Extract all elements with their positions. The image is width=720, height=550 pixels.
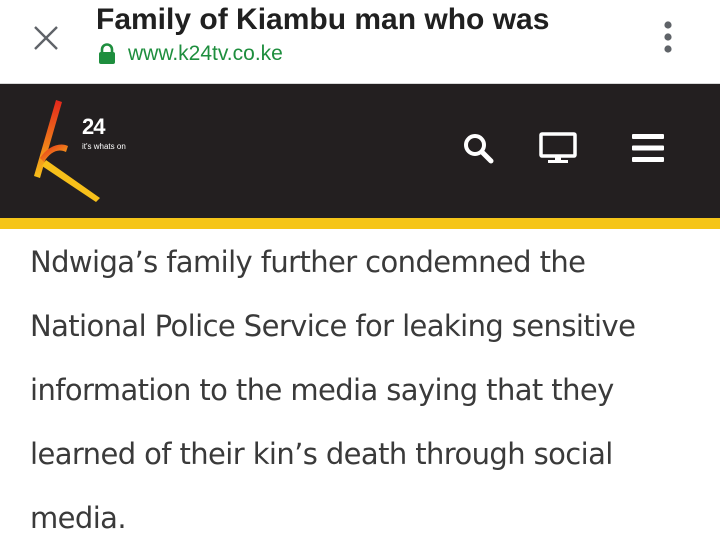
page-title: Family of Kiambu man who was xyxy=(96,3,550,36)
url-text: www.k24tv.co.ke xyxy=(128,42,283,65)
header-accent-stripe xyxy=(0,218,720,229)
search-button[interactable] xyxy=(458,128,498,168)
more-vert-icon xyxy=(664,21,672,53)
article-body: Ndwiga’s family further condemned the Na… xyxy=(30,230,690,550)
k24-logo[interactable]: 24 it's whats on xyxy=(26,98,146,204)
lock-icon xyxy=(99,43,115,64)
search-icon xyxy=(464,134,494,164)
browser-menu-button[interactable] xyxy=(650,14,686,60)
hamburger-menu-icon xyxy=(632,134,664,162)
close-icon xyxy=(34,26,58,50)
logo-number: 24 xyxy=(82,114,106,139)
browser-toolbar: Family of Kiambu man who was www.k24tv.c… xyxy=(0,0,720,84)
close-button[interactable] xyxy=(26,18,66,58)
site-header: 24 it's whats on xyxy=(0,84,720,218)
article-paragraph: Ndwiga’s family further condemned the Na… xyxy=(30,245,636,535)
main-menu-button[interactable] xyxy=(628,128,668,168)
url-bar[interactable]: www.k24tv.co.ke xyxy=(98,40,283,68)
tv-icon xyxy=(539,132,577,163)
logo-tagline: it's whats on xyxy=(82,142,126,151)
live-tv-button[interactable] xyxy=(538,128,578,168)
